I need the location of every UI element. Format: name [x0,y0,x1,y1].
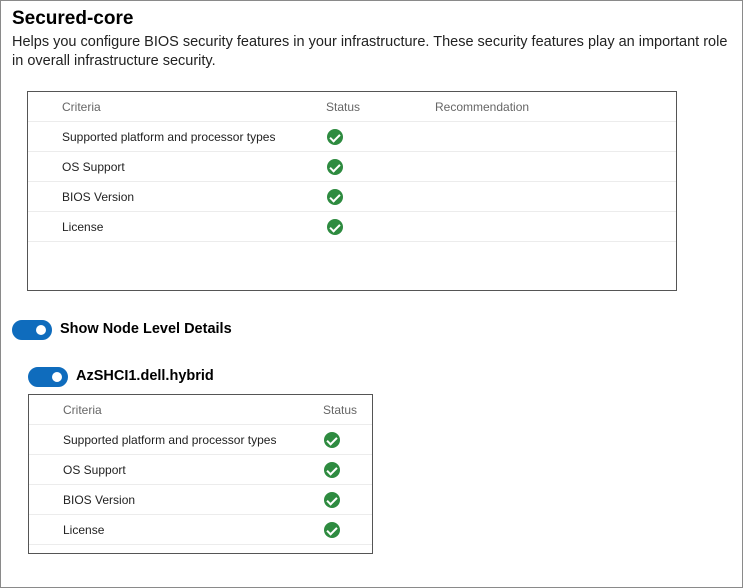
node-expand-toggle[interactable] [28,367,68,387]
criteria-cell: Supported platform and processor types [62,130,276,144]
table-header-row: Criteria Status [29,395,372,425]
cluster-criteria-table: Criteria Status Recommendation Supported… [27,91,677,291]
criteria-cell: Supported platform and processor types [63,433,277,447]
check-circle-icon [324,462,340,478]
table-header-row: Criteria Status Recommendation [28,92,676,122]
toggle-knob [52,372,62,382]
table-row[interactable]: Supported platform and processor types [29,425,372,455]
criteria-cell: BIOS Version [63,493,136,507]
table-row[interactable]: Supported platform and processor types [28,122,676,152]
criteria-cell: BIOS Version [62,190,135,204]
check-circle-icon [324,432,340,448]
criteria-cell: License [62,220,104,234]
table-row[interactable]: BIOS Version [29,485,372,515]
show-node-details-label: Show Node Level Details [60,321,232,337]
page-description: Helps you configure BIOS security featur… [12,34,728,69]
table-row[interactable]: OS Support [28,152,676,182]
table-row[interactable]: License [29,515,372,545]
show-node-details-toggle[interactable] [12,320,52,340]
column-header-status[interactable]: Status [326,92,360,122]
column-header-criteria[interactable]: Criteria [62,92,101,122]
check-circle-icon [324,492,340,508]
table-row[interactable]: License [28,212,676,242]
check-circle-icon [327,129,343,145]
toggle-knob [36,325,46,335]
check-circle-icon [327,189,343,205]
table-row[interactable]: OS Support [29,455,372,485]
column-header-criteria[interactable]: Criteria [63,395,102,425]
criteria-cell: License [63,523,105,537]
check-circle-icon [324,522,340,538]
check-circle-icon [327,159,343,175]
table-row[interactable]: BIOS Version [28,182,676,212]
criteria-cell: OS Support [63,463,126,477]
node-criteria-table: Criteria Status Supported platform and p… [28,394,373,554]
column-header-status[interactable]: Status [323,395,363,425]
column-header-recommendation[interactable]: Recommendation [435,92,529,122]
criteria-cell: OS Support [62,160,125,174]
page-title: Secured-core [12,8,134,29]
node-name-label: AzSHCI1.dell.hybrid [76,368,214,384]
check-circle-icon [327,219,343,235]
